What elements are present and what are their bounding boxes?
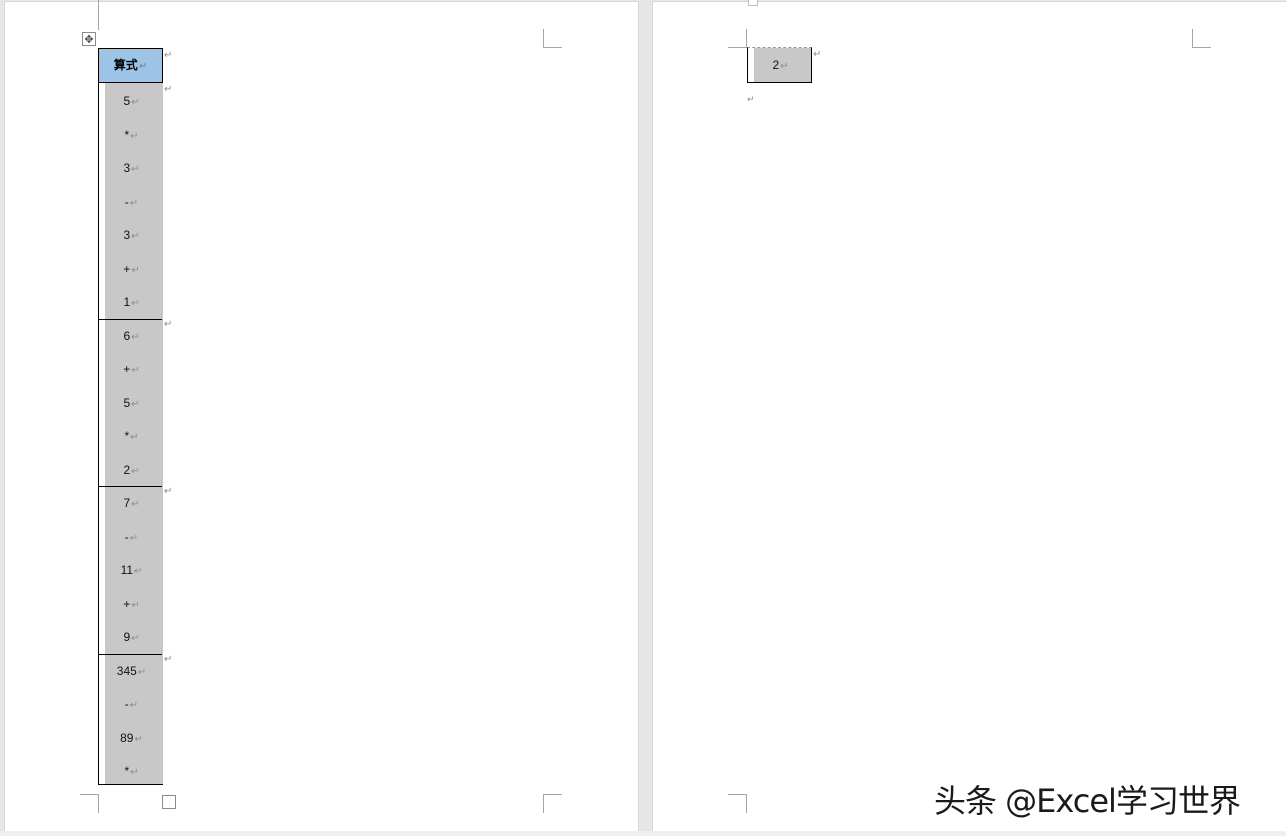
formula-cell-item: 5↵ <box>99 94 164 108</box>
formula-token: 89 <box>120 730 134 745</box>
formula-cell-item: 11↵ <box>99 563 164 577</box>
formula-cell-item: 1↵ <box>99 295 164 309</box>
formula-token: 3 <box>123 228 131 242</box>
formula-cell-item: 5↵ <box>99 396 164 410</box>
cell-value-text: 2 <box>772 58 780 72</box>
paragraph-mark: ↵ <box>130 432 139 443</box>
paragraph-mark: ↵ <box>131 164 140 175</box>
paragraph-mark: ↵ <box>131 264 140 276</box>
formula-cell-item: -↵ <box>99 697 164 711</box>
formula-cell-item: *↵ <box>99 764 164 778</box>
row-end-mark: ↵ <box>164 318 173 330</box>
document-page-1[interactable]: ✥ 算式↵ ↵ 5↵ *↵ 3↵ -↵ 3↵ +↵ 1↵ 6↵ +↵ 5↵ *↵ 2↵ 7↵ -↵ 11↵ +… <box>5 0 638 831</box>
margin-corner-top-left <box>80 0 99 30</box>
paragraph-mark: ↵ <box>129 700 139 711</box>
formula-cell-item: 89↵ <box>99 731 164 745</box>
paragraph-mark: ↵ <box>131 97 140 108</box>
paragraph-mark: ↵ <box>131 599 140 611</box>
watermark-text: 头条 @Excel学习世界 <box>934 782 1241 820</box>
paragraph-mark: ↵ <box>131 465 140 477</box>
paragraph-mark: ↵ <box>134 733 143 745</box>
formula-token: 9 <box>123 630 131 644</box>
formula-cell-item: *↵ <box>99 128 164 142</box>
formula-token: * <box>124 127 130 142</box>
table-move-icon[interactable]: ✥ <box>82 32 96 46</box>
margin-corner-bottom-left <box>80 794 99 813</box>
paragraph-mark: ↵ <box>131 298 140 309</box>
paragraph-mark: ↵ <box>131 365 140 376</box>
status-strip <box>0 831 1286 836</box>
formula-token: + <box>123 596 131 611</box>
formula-cell-item: 9↵ <box>99 630 164 644</box>
formula-token: - <box>124 529 129 544</box>
formula-token: 345 <box>116 663 137 678</box>
formula-token: 6 <box>123 328 131 343</box>
row-end-mark: ↵ <box>164 50 173 61</box>
formula-cell-item: 3↵ <box>99 228 164 242</box>
paragraph-mark: ↵ <box>130 767 139 778</box>
formula-table-body[interactable]: 5↵ *↵ 3↵ -↵ 3↵ +↵ 1↵ 6↵ +↵ 5↵ *↵ 2↵ 7↵ -↵ 11↵ +↵ 9↵ 345↵ -… <box>98 83 163 785</box>
row-divider <box>99 318 162 320</box>
margin-corner-bottom-right <box>543 794 562 813</box>
formula-token: + <box>123 362 131 376</box>
cell-end-mark: ↵ <box>138 61 148 72</box>
formula-cell-item: -↵ <box>99 530 164 544</box>
margin-corner-bottom-left <box>728 794 747 813</box>
formula-token: - <box>124 194 129 209</box>
table-header-label: 算式 <box>113 58 138 72</box>
paragraph-mark: ↵ <box>130 130 139 142</box>
formula-token: + <box>123 261 131 276</box>
margin-corner-top-left <box>728 29 747 48</box>
paragraph-mark: ↵ <box>131 633 140 644</box>
paragraph-mark: ↵ <box>129 532 139 544</box>
paragraph-mark: ↵ <box>747 94 755 104</box>
paragraph-mark: ↵ <box>131 398 140 410</box>
document-page-2[interactable]: 2↵ ↵ ↵ <box>653 0 1286 831</box>
formula-token: 2 <box>123 462 131 477</box>
formula-token: * <box>124 429 130 443</box>
row-divider <box>99 486 162 487</box>
formula-cell-item: +↵ <box>99 597 164 611</box>
formula-token: 5 <box>123 94 131 108</box>
paragraph-mark: ↵ <box>131 331 140 343</box>
paragraph-mark: ↵ <box>131 499 140 510</box>
table-header-cell[interactable]: 算式↵ <box>98 48 163 83</box>
paragraph-mark: ↵ <box>134 566 143 577</box>
row-end-mark: ↵ <box>813 49 822 60</box>
formula-token: 5 <box>123 395 131 410</box>
formula-token: - <box>124 697 129 711</box>
table-resize-handle[interactable] <box>162 795 176 809</box>
formula-token: 1 <box>123 295 131 309</box>
formula-cell-item: -↵ <box>99 195 164 209</box>
paragraph-mark: ↵ <box>129 197 139 209</box>
cell-end-mark: ↵ <box>780 61 789 72</box>
formula-cell-item: 345↵ <box>99 664 164 678</box>
continued-table-cell[interactable]: 2↵ <box>747 47 812 83</box>
cell-value: 2↵ <box>748 48 813 82</box>
formula-cell-item: 2↵ <box>99 463 164 477</box>
row-end-mark: ↵ <box>164 486 173 497</box>
formula-token: * <box>124 764 130 778</box>
table-top-marker <box>748 0 758 6</box>
formula-cell-item: *↵ <box>99 429 164 443</box>
row-divider <box>99 653 162 655</box>
formula-token: 3 <box>123 161 131 175</box>
formula-cell-item: +↵ <box>99 262 164 276</box>
formula-cell-item: 6↵ <box>99 329 164 343</box>
margin-corner-top-right <box>1192 29 1211 48</box>
formula-cell-item: +↵ <box>99 362 164 376</box>
margin-corner-top-right <box>543 29 562 48</box>
formula-token: 11 <box>120 563 134 577</box>
row-end-mark: ↵ <box>164 84 173 95</box>
formula-token: 7 <box>123 496 131 510</box>
formula-cell-item: 3↵ <box>99 161 164 175</box>
row-end-mark: ↵ <box>164 653 173 665</box>
formula-cell-item: 7↵ <box>99 496 164 510</box>
paragraph-mark: ↵ <box>131 231 140 242</box>
paragraph-mark: ↵ <box>137 666 147 678</box>
